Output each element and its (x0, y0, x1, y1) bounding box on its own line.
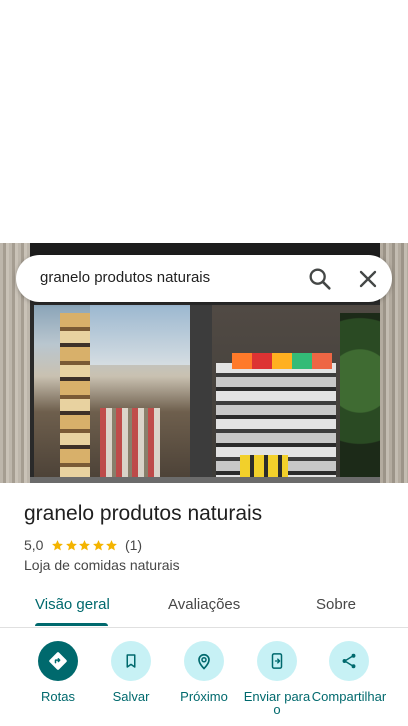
bookmark-icon (111, 641, 151, 681)
rating-row[interactable]: 5,0 (1) (24, 536, 142, 554)
close-icon[interactable] (354, 265, 382, 293)
photo-sky (90, 305, 190, 365)
tab-bar: Visão geral Avaliações Sobre (0, 590, 408, 628)
star-icon (79, 539, 91, 550)
search-bar[interactable]: granelo produtos naturais (16, 255, 392, 302)
directions-label: Rotas (41, 689, 75, 704)
star-icon (106, 539, 118, 550)
photo-door-frame (190, 305, 212, 483)
star-icon (52, 539, 64, 550)
nearby-button[interactable]: Próximo (164, 641, 244, 703)
search-icon[interactable] (306, 265, 334, 293)
active-tab-indicator (35, 623, 108, 626)
rating-value: 5,0 (24, 537, 44, 553)
place-title: granelo produtos naturais (24, 502, 263, 525)
rating-stars (51, 539, 119, 552)
save-label: Salvar (112, 689, 150, 704)
tab-overview[interactable]: Visão geral (35, 596, 110, 613)
nearby-icon (184, 641, 224, 681)
tab-reviews[interactable]: Avaliações (168, 596, 240, 613)
photo-plant (340, 313, 380, 483)
nearby-label: Próximo (180, 689, 228, 704)
place-category: Loja de comidas naturais (24, 557, 180, 573)
send-to-phone-label: Enviar para o (243, 689, 311, 717)
star-icon (93, 539, 104, 550)
photo-counter (100, 408, 160, 483)
review-count: (1) (124, 537, 143, 553)
save-button[interactable]: Salvar (91, 641, 171, 703)
star-icon (66, 539, 77, 550)
photo-shelf-left (60, 313, 90, 483)
directions-icon (38, 641, 78, 681)
send-to-phone-icon (257, 641, 297, 681)
send-to-phone-button[interactable]: Enviar para o (237, 641, 317, 716)
tab-about[interactable]: Sobre (316, 596, 356, 613)
search-query[interactable]: granelo produtos naturais (40, 269, 210, 286)
directions-button[interactable]: Rotas (18, 641, 98, 703)
share-label: Compartilhar (311, 689, 387, 704)
map-blank-area (0, 0, 408, 243)
action-bar: Rotas Salvar Próximo Enviar para o Compa… (0, 641, 408, 726)
photo-frame-bottom (30, 477, 380, 483)
share-button[interactable]: Compartilhar (309, 641, 389, 703)
photo-products (232, 353, 332, 369)
share-icon (329, 641, 369, 681)
